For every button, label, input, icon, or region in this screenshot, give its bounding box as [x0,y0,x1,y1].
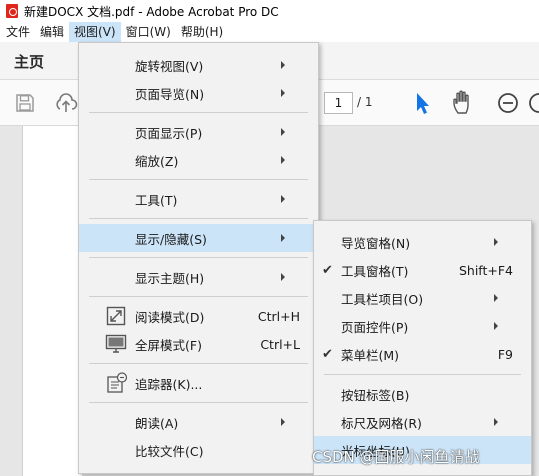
menu-item-label: 页面导览(N) [135,86,205,102]
menu-item-fullscreen[interactable]: 全屏模式(F) Ctrl+L [79,330,318,358]
menu-separator [89,296,308,297]
tracker-icon [107,372,128,393]
menu-item-label: 追踪器(K)... [135,376,203,392]
menu-item-label: 阅读模式(D) [135,309,205,325]
submenu-arrow-icon [281,234,285,242]
menu-separator [324,374,521,375]
menu-item-read-mode[interactable]: 阅读模式(D) Ctrl+H [79,302,318,330]
view-menu: 旋转视图(V) 页面导览(N) 页面显示(P) 缩放(Z) 工具(T) 显示/隐… [78,42,319,474]
menu-item-display-theme[interactable]: 显示主题(H) [79,263,318,291]
menu-item-shortcut: Shift+F4 [458,262,513,278]
fullscreen-icon [105,334,127,353]
menu-edit[interactable]: 编辑 [35,22,69,42]
page-number-input[interactable]: 1 [324,92,353,114]
menu-item-label: 旋转视图(V) [135,58,204,74]
menu-item-label: 朗读(A) [135,415,179,431]
select-pointer-icon[interactable] [412,90,432,116]
watermark: CSDN @国服小闲鱼请战 [312,448,480,466]
upload-icon[interactable] [54,92,78,114]
submenu-item-navigation-panes[interactable]: 导览窗格(N) [314,228,531,256]
submenu-item-menu-bar[interactable]: ✔ 菜单栏(M) F9 [314,340,531,368]
submenu-arrow-icon [281,273,285,281]
submenu-item-button-labels[interactable]: 按钮标签(B) [314,380,531,408]
menu-separator [89,402,308,403]
menu-separator [89,363,308,364]
menu-separator [89,112,308,113]
menu-view[interactable]: 视图(V) [69,22,121,42]
menu-item-label: 缩放(Z) [135,153,179,169]
menu-item-label: 工具(T) [135,192,178,208]
menu-item-label: 页面控件(P) [341,319,409,335]
submenu-arrow-icon [281,128,285,136]
tab-home[interactable]: 主页 [14,51,44,72]
menu-item-shortcut: Ctrl+L [260,336,300,352]
menu-separator [89,179,308,180]
menu-separator [89,257,308,258]
menu-item-zoom[interactable]: 缩放(Z) [79,146,318,174]
menu-item-label: 工具窗格(T) [341,263,409,279]
zoom-out-icon[interactable] [496,91,520,115]
title-bar: 新建DOCX 文档.pdf - Adobe Acrobat Pro DC [0,0,539,22]
menu-file[interactable]: 文件 [0,22,35,42]
menu-item-shortcut: F9 [497,346,513,362]
submenu-arrow-icon [281,89,285,97]
menu-item-tools[interactable]: 工具(T) [79,185,318,213]
submenu-arrow-icon [494,294,498,302]
menu-item-read-aloud[interactable]: 朗读(A) [79,408,318,436]
menu-item-label: 工具栏项目(O) [341,291,424,307]
zoom-in-icon[interactable] [526,91,539,115]
menu-item-rotate-view[interactable]: 旋转视图(V) [79,51,318,79]
checkmark-icon: ✔ [322,262,333,278]
submenu-arrow-icon [494,418,498,426]
menu-item-page-display[interactable]: 页面显示(P) [79,118,318,146]
save-icon[interactable] [14,92,36,114]
submenu-arrow-icon [281,195,285,203]
submenu-arrow-icon [281,61,285,69]
menu-item-label: 显示/隐藏(S) [135,231,207,247]
menu-item-shortcut: Ctrl+H [257,308,300,324]
document-page [22,126,82,476]
menu-item-label: 导览窗格(N) [341,235,411,251]
submenu-item-toolbar-items[interactable]: 工具栏项目(O) [314,284,531,312]
menu-item-label: 比较文件(C) [135,443,204,459]
show-hide-submenu: 导览窗格(N) ✔ 工具窗格(T) Shift+F4 工具栏项目(O) 页面控件… [313,220,532,476]
menu-item-label: 菜单栏(M) [341,347,400,363]
submenu-item-tools-pane[interactable]: ✔ 工具窗格(T) Shift+F4 [314,256,531,284]
menu-separator [89,218,308,219]
read-mode-icon [106,306,126,326]
menu-item-label: 全屏模式(F) [135,337,202,353]
menu-item-label: 显示主题(H) [135,270,205,286]
menu-item-label: 页面显示(P) [135,125,203,141]
menu-window[interactable]: 窗口(W) [121,22,176,42]
menu-item-show-hide[interactable]: 显示/隐藏(S) [79,224,318,252]
menu-item-tracker[interactable]: 追踪器(K)... [79,369,318,397]
menu-item-label: 按钮标签(B) [341,387,410,403]
submenu-arrow-icon [281,156,285,164]
submenu-item-rulers-grids[interactable]: 标尺及网格(R) [314,408,531,436]
submenu-arrow-icon [494,238,498,246]
submenu-arrow-icon [281,418,285,426]
checkmark-icon: ✔ [322,346,333,362]
menu-bar: 文件 编辑 视图(V) 窗口(W) 帮助(H) [0,22,539,42]
menu-item-page-navigation[interactable]: 页面导览(N) [79,79,318,107]
page-total: / 1 [357,95,373,109]
submenu-item-page-controls[interactable]: 页面控件(P) [314,312,531,340]
acrobat-pdf-icon [5,3,19,19]
submenu-arrow-icon [494,322,498,330]
menu-item-label: 标尺及网格(R) [341,415,422,431]
window-title: 新建DOCX 文档.pdf - Adobe Acrobat Pro DC [24,4,279,19]
menu-item-compare-files[interactable]: 比较文件(C) [79,436,318,464]
hand-tool-icon[interactable] [450,89,476,115]
menu-help[interactable]: 帮助(H) [176,22,228,42]
